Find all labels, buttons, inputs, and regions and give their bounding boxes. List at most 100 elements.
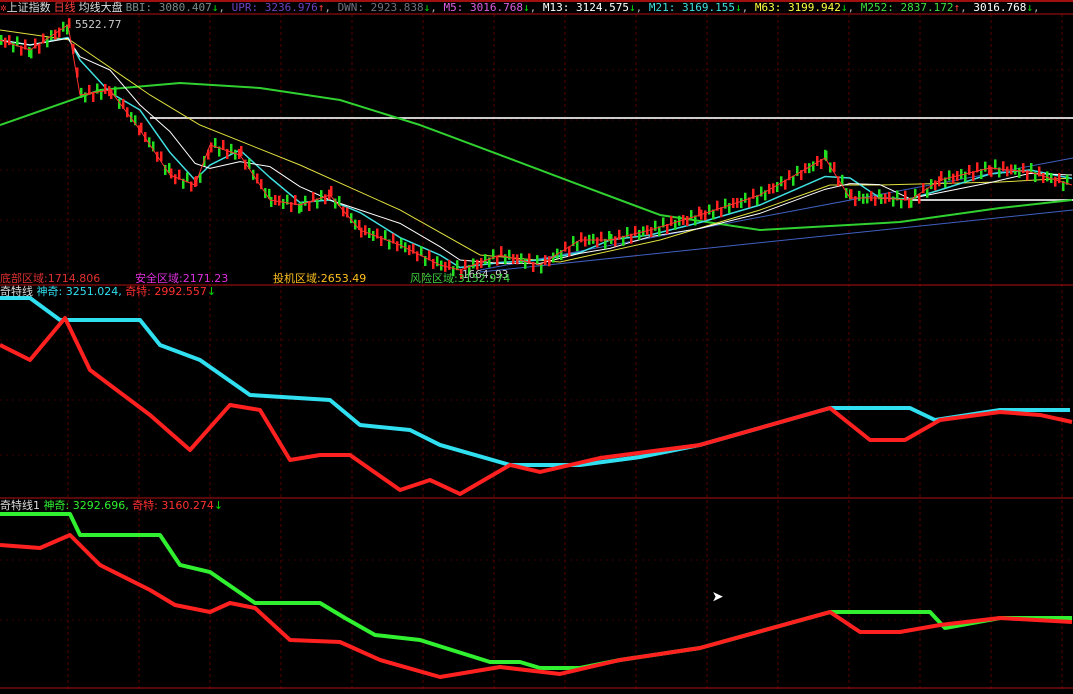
- candle: [862, 193, 865, 204]
- candle: [432, 258, 435, 269]
- candle: [1018, 167, 1021, 178]
- candle: [568, 246, 571, 257]
- candle: [4, 37, 7, 48]
- candle: [360, 227, 363, 238]
- separator: ,: [529, 1, 543, 14]
- candle: [270, 196, 273, 207]
- candle: [1014, 164, 1017, 175]
- candle: [994, 159, 997, 170]
- candle: [400, 238, 403, 249]
- separator: ,: [430, 1, 444, 14]
- mouse-cursor-icon: ➤: [712, 585, 725, 609]
- candle: [16, 36, 19, 47]
- separator: ,: [1033, 1, 1040, 14]
- candle: [918, 193, 921, 204]
- candle: [1046, 171, 1049, 182]
- candle: [508, 249, 511, 260]
- candle: [480, 258, 483, 269]
- candle: [776, 182, 779, 193]
- candle: [364, 225, 367, 236]
- indicator-name[interactable]: 均线大盘: [79, 1, 123, 14]
- candle: [686, 215, 689, 226]
- candle: [1042, 173, 1045, 184]
- candle: [544, 255, 547, 266]
- indicator-value: M63: 3199.942: [754, 1, 841, 14]
- chart-canvas[interactable]: [0, 0, 1073, 694]
- zone-risk: 风险区域:3152.974: [410, 272, 511, 285]
- candle: [708, 204, 711, 215]
- candle: [174, 174, 177, 185]
- candle: [888, 191, 891, 202]
- candle: [210, 142, 213, 153]
- period-label[interactable]: 日线: [54, 1, 76, 14]
- candle: [596, 237, 599, 248]
- candle: [274, 195, 277, 206]
- shenqi-line: [0, 296, 1070, 467]
- trend-line: [479, 209, 1073, 273]
- high-price-label: 5522.77: [75, 18, 122, 31]
- indicator-value: DWN: 2923.838: [337, 1, 424, 14]
- down-arrow-icon: ↓: [734, 1, 742, 14]
- indicator-value: M252: 2837.172: [860, 1, 954, 14]
- candle: [960, 169, 963, 180]
- indicator-value: M13: 3124.575: [542, 1, 629, 14]
- panel2-qite: 奇特: 2992.557: [125, 285, 207, 298]
- separator: ,: [635, 1, 649, 14]
- down-arrow-icon: ↓: [523, 1, 530, 14]
- panel3-qite: 奇特: 3160.274: [132, 499, 214, 512]
- candle: [792, 175, 795, 186]
- candle: [234, 149, 237, 160]
- candle: [984, 161, 987, 172]
- down-arrow-icon: ↓: [628, 1, 636, 14]
- panel2-legend: 奇特线 神奇: 3251.024, 奇特: 2992.557↓: [0, 285, 216, 299]
- candle: [744, 192, 747, 203]
- indicator-value: UPR: 3236.976: [231, 1, 318, 14]
- candle: [472, 258, 475, 269]
- indicator-value: M5: 3016.768: [443, 1, 524, 14]
- candle: [812, 161, 815, 172]
- zone-safe: 安全区域:2171.23: [135, 272, 229, 285]
- candle: [654, 220, 657, 231]
- candle: [732, 198, 735, 209]
- candle: [484, 254, 487, 265]
- candle: [80, 87, 83, 98]
- candle: [1054, 176, 1057, 187]
- candle: [294, 195, 297, 206]
- candle: [740, 198, 743, 209]
- panel2-shenqi: 神奇: 3251.024,: [36, 285, 122, 298]
- separator: ,: [741, 1, 755, 14]
- security-name[interactable]: 上证指数: [7, 1, 51, 14]
- candle: [704, 210, 707, 221]
- separator: ,: [218, 1, 232, 14]
- candle: [396, 241, 399, 252]
- candle: [674, 219, 677, 230]
- zone-bottom: 底部区域:1714.806: [0, 272, 101, 285]
- candle: [520, 253, 523, 264]
- candle: [948, 170, 951, 181]
- candle: [866, 193, 869, 204]
- indicator-value: 3016.768: [973, 1, 1027, 14]
- candle: [816, 155, 819, 166]
- candle: [384, 230, 387, 241]
- candle: [930, 179, 933, 190]
- candle: [372, 230, 375, 241]
- candle: [282, 199, 285, 210]
- candle: [524, 258, 527, 269]
- down-arrow-icon: ↓: [840, 1, 848, 14]
- candle: [780, 176, 783, 187]
- indicator-value: M21: 3169.155: [648, 1, 735, 14]
- zone-speculative: 投机区域:2653.49: [273, 272, 367, 285]
- panel3-legend: 奇特线1 神奇: 3292.696, 奇特: 3160.274↓: [0, 499, 223, 513]
- candle: [58, 27, 61, 38]
- qite1-line: [0, 532, 1073, 680]
- candle: [592, 233, 595, 244]
- candle: [870, 191, 873, 202]
- ma-line-m13: [0, 37, 1073, 264]
- candle: [278, 195, 281, 206]
- candle: [62, 21, 65, 32]
- candle: [874, 195, 877, 206]
- candle: [650, 227, 653, 238]
- separator: ,: [960, 1, 974, 14]
- candle: [304, 195, 307, 206]
- settings-icon[interactable]: ✲: [0, 1, 7, 14]
